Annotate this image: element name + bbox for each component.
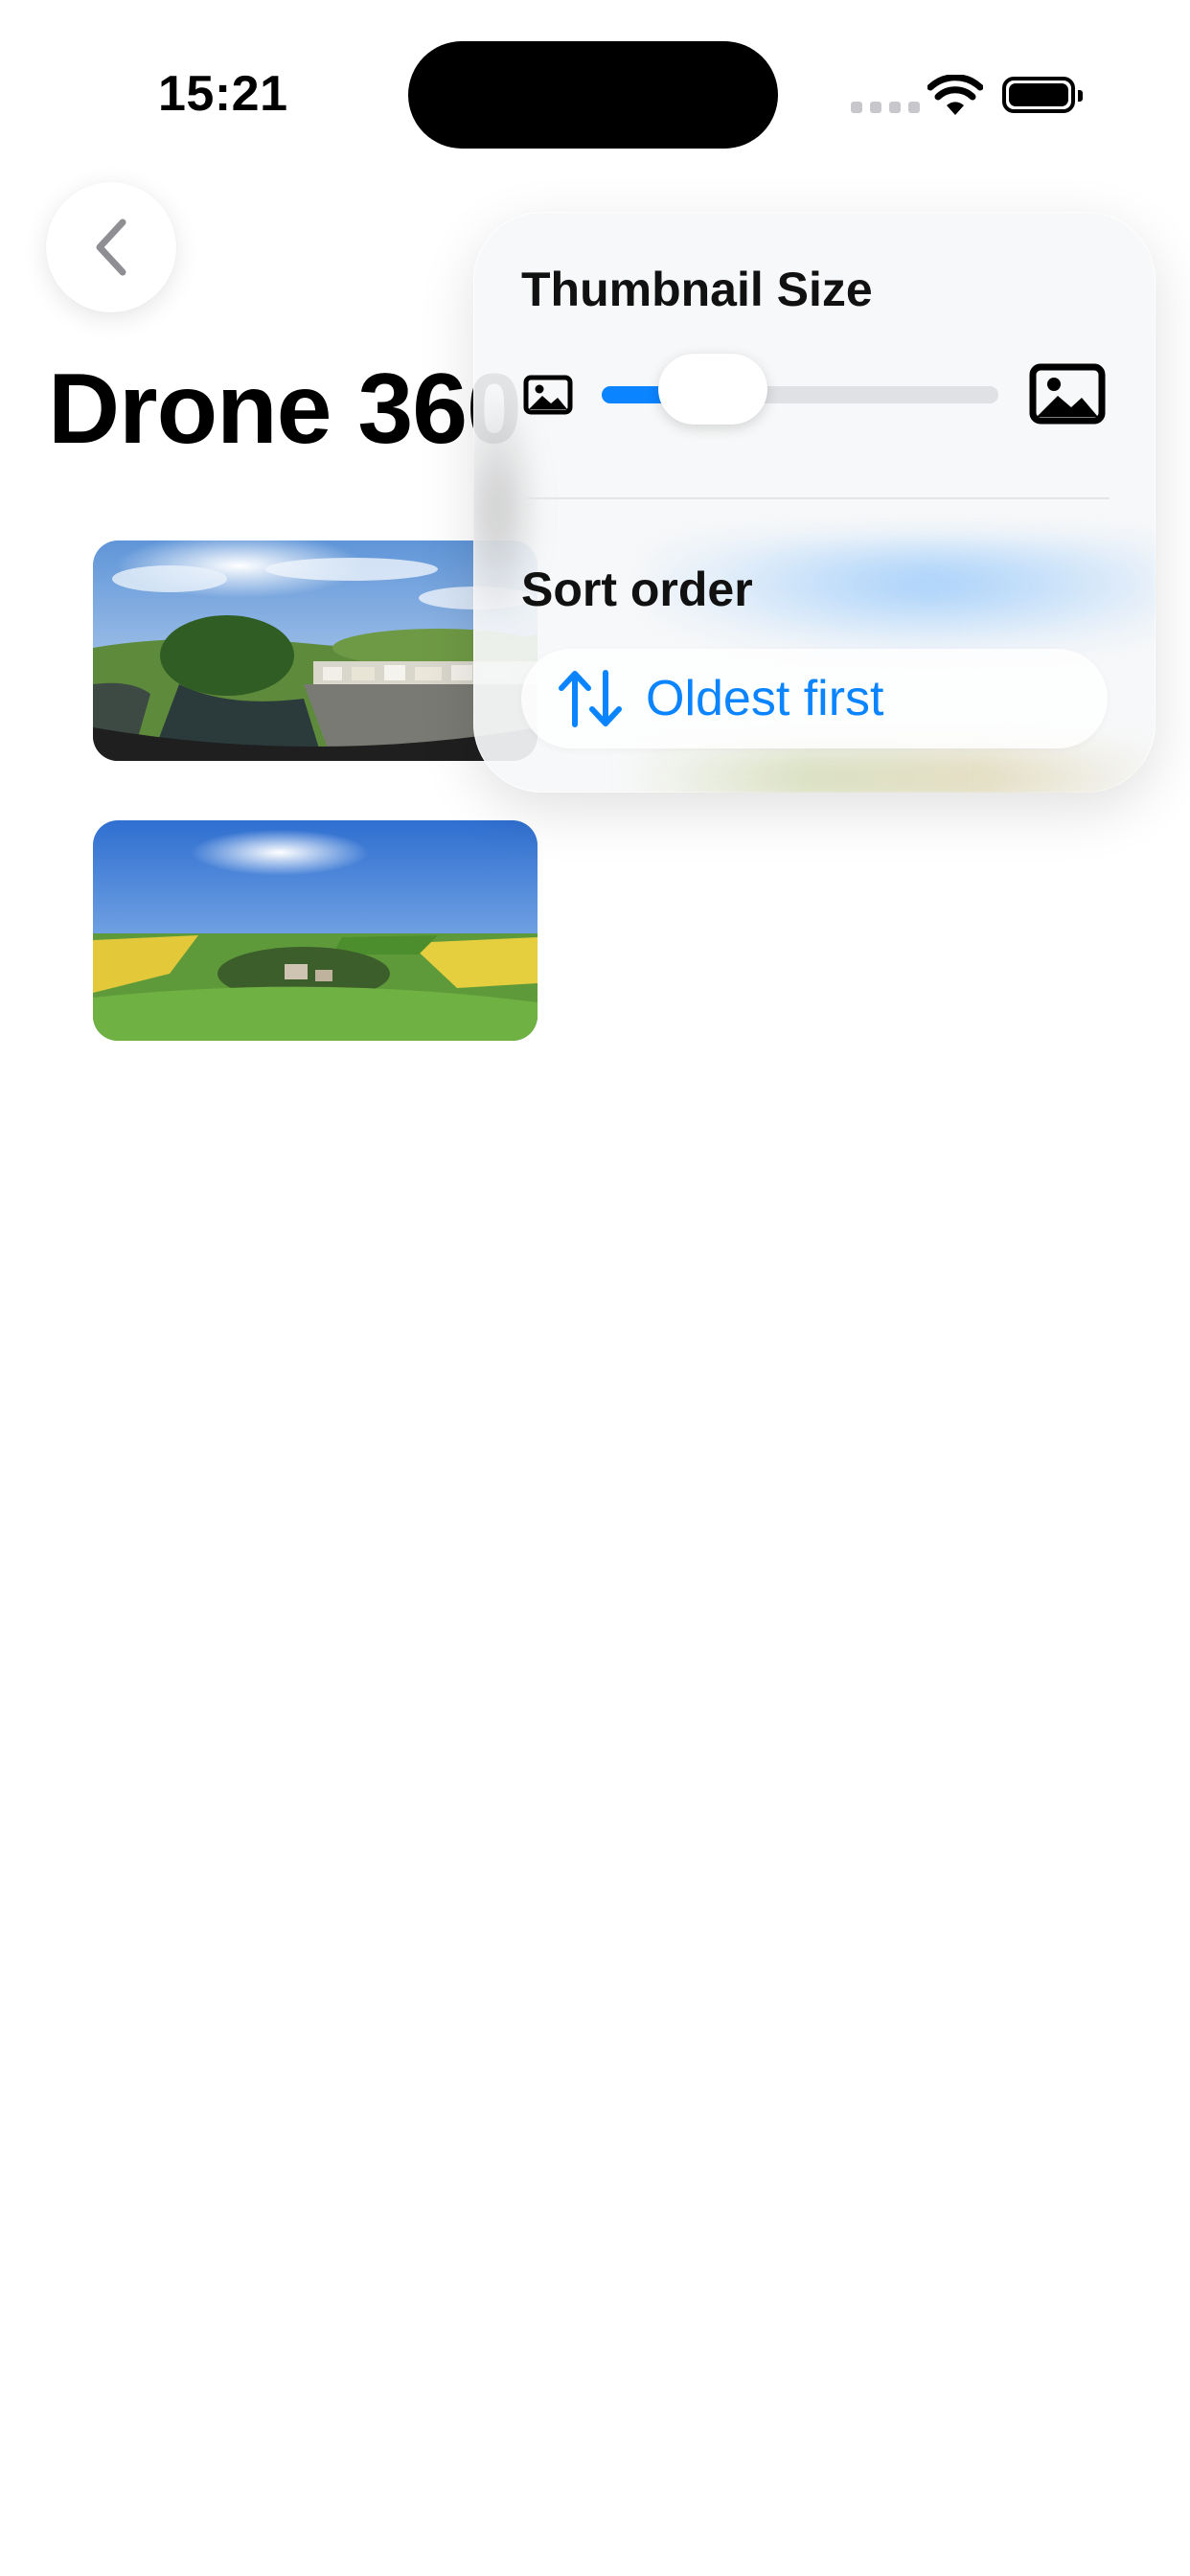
chevron-left-icon <box>96 218 126 276</box>
menu-divider <box>521 497 1110 499</box>
panorama-image <box>93 540 538 761</box>
thumbnail-river-town[interactable] <box>93 540 538 761</box>
cellular-signal-icon <box>851 102 920 113</box>
back-button[interactable] <box>46 182 176 312</box>
arrow-up-down-icon <box>559 670 622 727</box>
wifi-icon <box>927 75 983 115</box>
sort-order-value: Oldest first <box>646 671 884 726</box>
photo-large-icon <box>1029 363 1106 425</box>
battery-icon <box>1002 77 1083 113</box>
photo-small-icon <box>523 375 573 415</box>
sort-order-button[interactable]: Oldest first <box>521 649 1108 748</box>
thumbnail-size-slider[interactable] <box>602 354 998 425</box>
thumbnail-size-label: Thumbnail Size <box>521 263 873 316</box>
page-title: Drone 360 <box>48 354 522 465</box>
view-options-popover: Thumbnail Size Sort order Oldest first <box>473 212 1156 793</box>
panorama-image <box>93 820 538 1041</box>
thumbnail-village-fields[interactable] <box>93 820 538 1041</box>
sort-order-label: Sort order <box>521 563 753 616</box>
status-time: 15:21 <box>158 66 288 122</box>
dynamic-island <box>408 41 778 149</box>
slider-thumb[interactable] <box>657 354 767 425</box>
